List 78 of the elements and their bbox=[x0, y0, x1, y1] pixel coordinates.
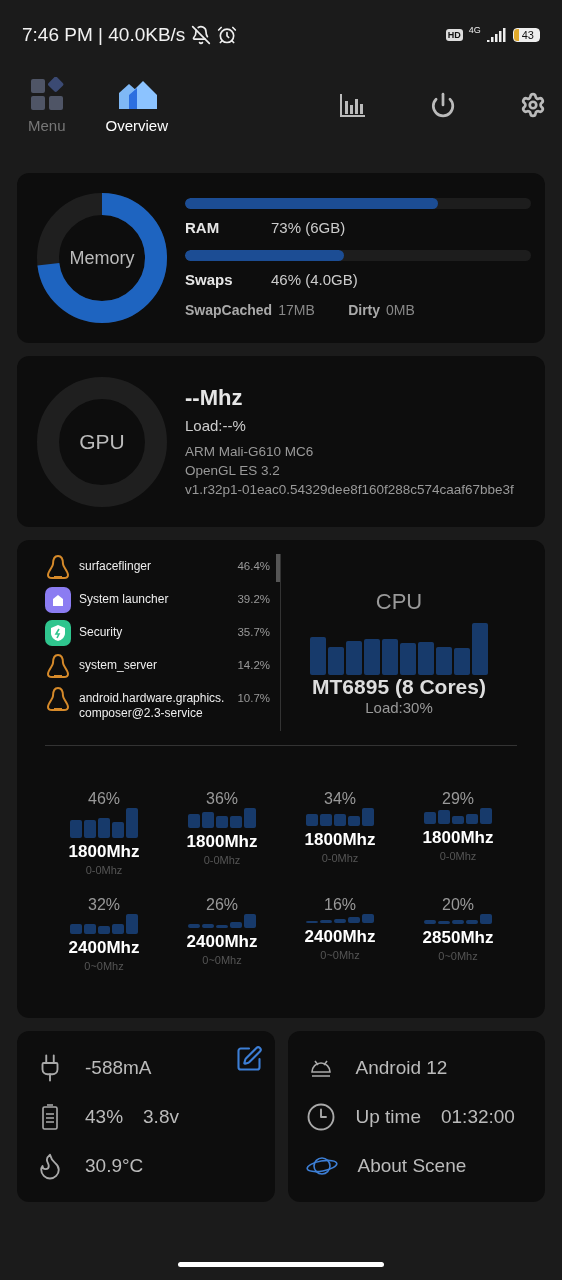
process-name: Security bbox=[79, 624, 124, 640]
cpu-model: MT6895 (8 Cores) bbox=[312, 675, 486, 699]
gpu-label: GPU bbox=[79, 429, 125, 454]
process-name: surfaceflinger bbox=[79, 558, 153, 574]
core-usage: 16% bbox=[324, 896, 356, 914]
info-text: 43% bbox=[85, 1105, 124, 1128]
core-usage: 32% bbox=[88, 896, 120, 914]
launcher-app-icon bbox=[45, 587, 71, 613]
process-name: System launcher bbox=[79, 591, 170, 607]
network-type: 4G bbox=[468, 25, 481, 35]
usage-label: RAM bbox=[185, 219, 221, 236]
gpu-info: v1.r32p1-01eac0.54329dee8f160f288c574caaf67bbe3f bbox=[185, 480, 515, 499]
chart-button[interactable] bbox=[340, 93, 366, 117]
process-usage: 10.7% bbox=[237, 691, 270, 704]
core-range: 0~0Mhz bbox=[438, 950, 478, 962]
core-range: 0~0Mhz bbox=[202, 954, 242, 966]
clock-icon bbox=[305, 1101, 336, 1132]
cpu-load: Load:30% bbox=[365, 699, 433, 716]
core-usage: 20% bbox=[442, 896, 474, 914]
gpu-info: OpenGL ES 3.2 bbox=[185, 461, 281, 480]
grid-icon bbox=[29, 76, 64, 111]
info-text: 30.9°C bbox=[85, 1154, 144, 1177]
usage-value: 46% (4.0GB) bbox=[271, 271, 358, 288]
core-frequency: 2400Mhz bbox=[186, 932, 258, 952]
core-range: 0-0Mhz bbox=[439, 850, 477, 862]
hd-badge: HD bbox=[445, 29, 463, 41]
gpu-load: Load:--% bbox=[185, 416, 247, 434]
shield-app-icon bbox=[45, 620, 71, 646]
core-frequency: 2400Mhz bbox=[304, 927, 376, 947]
core-range: 0~0Mhz bbox=[320, 949, 360, 961]
core-usage: 46% bbox=[88, 790, 120, 808]
core-usage: 34% bbox=[324, 790, 356, 808]
core-usage: 36% bbox=[206, 790, 238, 808]
info-text: Up time bbox=[355, 1105, 421, 1128]
settings-button[interactable] bbox=[520, 92, 546, 118]
process-usage: 14.2% bbox=[237, 658, 270, 671]
status-time: 7:46 PM | 40.0KB/s bbox=[22, 24, 186, 46]
cpu-title: CPU bbox=[375, 589, 423, 615]
signal-icon bbox=[486, 28, 507, 42]
nav-tab[interactable]: Overview bbox=[105, 76, 169, 134]
stat-value: 0MB bbox=[386, 302, 415, 318]
memory-label: Memory bbox=[69, 247, 135, 269]
core-usage: 26% bbox=[206, 896, 238, 914]
nav-tab[interactable]: Menu bbox=[28, 76, 66, 134]
info-text: Android 12 bbox=[355, 1056, 448, 1079]
battery-level: 43 bbox=[512, 28, 540, 42]
bell-off-icon bbox=[191, 25, 212, 45]
process-name: system_server bbox=[79, 657, 159, 673]
core-range: 0~0Mhz bbox=[84, 960, 124, 972]
core-frequency: 1800Mhz bbox=[422, 828, 494, 848]
usage-value: 73% (6GB) bbox=[271, 219, 346, 236]
core-usage: 29% bbox=[442, 790, 474, 808]
process-usage: 39.2% bbox=[237, 592, 270, 605]
edit-button[interactable] bbox=[234, 1045, 263, 1073]
info-text: 3.8v bbox=[143, 1105, 179, 1128]
scrollbar bbox=[276, 554, 280, 582]
stat-label: SwapCached bbox=[185, 302, 273, 318]
core-frequency: 2400Mhz bbox=[68, 938, 140, 958]
usage-label: Swaps bbox=[185, 271, 234, 288]
info-text: 01:32:00 bbox=[440, 1105, 515, 1128]
gpu-info: ARM Mali-G610 MC6 bbox=[185, 442, 315, 461]
stat-label: Dirty bbox=[348, 302, 381, 318]
alarm-icon bbox=[217, 25, 238, 45]
core-range: 0-0Mhz bbox=[321, 852, 359, 864]
process-usage: 35.7% bbox=[237, 625, 270, 638]
core-frequency: 1800Mhz bbox=[304, 830, 376, 850]
core-frequency: 2850Mhz bbox=[422, 928, 494, 948]
power-button[interactable] bbox=[430, 92, 456, 118]
gpu-frequency: --Mhz bbox=[185, 384, 244, 411]
core-range: 0-0Mhz bbox=[203, 854, 241, 866]
core-range: 0-0Mhz bbox=[85, 864, 123, 876]
process-name: android.hardware.graphics.composer@2.3-service bbox=[79, 690, 226, 721]
process-usage: 46.4% bbox=[237, 559, 270, 572]
info-text: -588mA bbox=[85, 1056, 152, 1079]
core-frequency: 1800Mhz bbox=[186, 832, 258, 852]
core-frequency: 1800Mhz bbox=[68, 842, 140, 862]
stat-value: 17MB bbox=[278, 302, 316, 318]
info-text: About Scene bbox=[357, 1154, 467, 1177]
